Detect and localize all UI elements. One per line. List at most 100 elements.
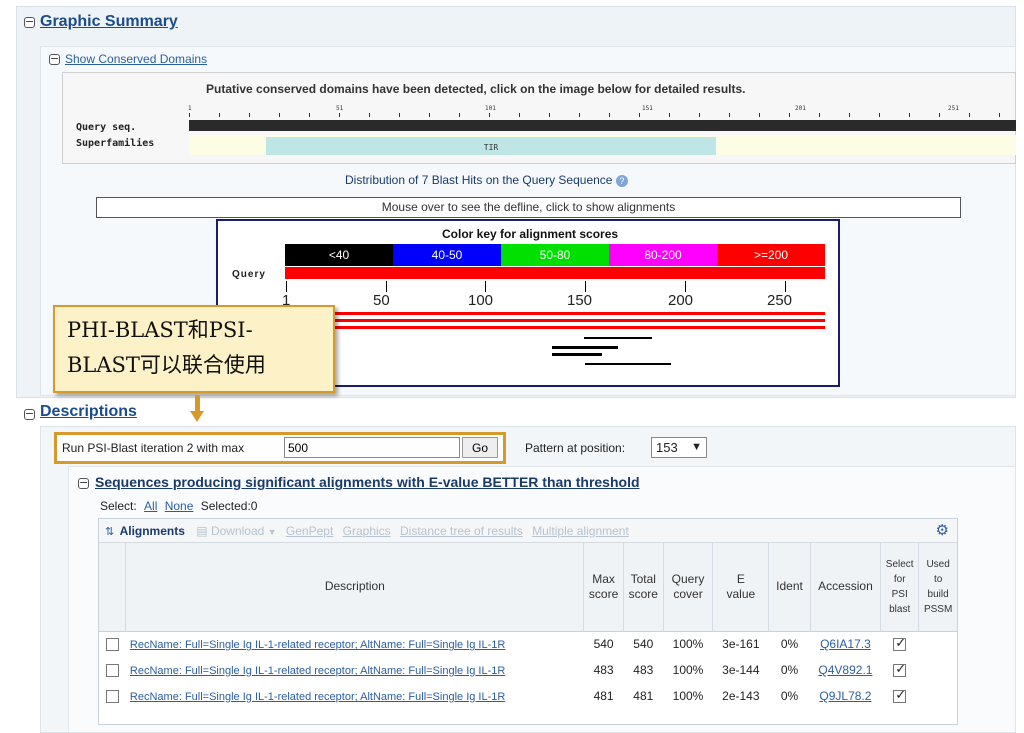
header-used-pssm: Used to build PSSM xyxy=(918,543,957,632)
header-max-score[interactable]: Max score xyxy=(583,543,624,632)
header-text: build xyxy=(927,588,949,600)
cdd-tick-label: 101 xyxy=(485,105,496,112)
color-key-cell: 80-200 xyxy=(609,244,717,266)
callout-line-1: PHI-BLAST和PSI- xyxy=(67,318,253,342)
color-key-label: 50-80 xyxy=(539,248,571,262)
accession-link[interactable]: Q9JL78.2 xyxy=(819,689,871,703)
multiple-alignment-link[interactable]: Multiple alignment xyxy=(532,524,629,538)
go-button[interactable]: Go xyxy=(462,437,498,458)
descriptions-title[interactable]: Descriptions xyxy=(40,403,137,421)
sequences-header[interactable]: Sequences producing significant alignmen… xyxy=(95,474,640,490)
header-query-cover[interactable]: Query cover xyxy=(663,543,714,632)
distance-tree-link[interactable]: Distance tree of results xyxy=(400,524,523,538)
chevron-down-icon: ▼ xyxy=(691,441,702,453)
ident-cell: 0% xyxy=(780,663,799,677)
download-icon: ▤ xyxy=(196,524,208,538)
graphics-link[interactable]: Graphics xyxy=(343,524,391,538)
used-pssm-cell xyxy=(919,631,957,657)
e-value-cell: 2e-143 xyxy=(722,689,760,703)
header-total-score[interactable]: Total score xyxy=(623,543,664,632)
graphic-summary-title[interactable]: Graphic Summary xyxy=(40,13,178,31)
description-link[interactable]: RecName: Full=Single Ig IL-1-related rec… xyxy=(130,691,505,703)
hit-line[interactable] xyxy=(585,363,671,365)
select-label: Select: xyxy=(100,499,137,513)
run-psi-label: Run PSI-Blast iteration 2 with max xyxy=(62,441,245,455)
ident-cell: 0% xyxy=(780,637,799,652)
table-row: RecName: Full=Single Ig IL-1-related rec… xyxy=(99,683,957,709)
header-text: score xyxy=(588,586,619,601)
header-text: Total xyxy=(630,571,656,586)
axis-label: 250 xyxy=(767,292,793,309)
cdd-tick-label: 1 xyxy=(188,105,192,112)
download-link[interactable]: Download xyxy=(211,524,264,538)
psi-select-checkbox[interactable] xyxy=(893,662,907,678)
download-chevron-icon: ▼ xyxy=(267,527,277,537)
alignments-link[interactable]: Alignments xyxy=(120,524,185,538)
axis-tick xyxy=(785,281,786,292)
tir-domain-bar[interactable]: TIR xyxy=(266,137,716,155)
header-description[interactable]: Description xyxy=(125,543,585,632)
hit-line[interactable] xyxy=(552,346,618,349)
collapse-graphic-summary-icon[interactable]: − xyxy=(24,16,35,28)
hit-line[interactable] xyxy=(330,326,825,329)
selected-count: Selected:0 xyxy=(200,499,258,513)
collapse-sequences-icon[interactable]: − xyxy=(78,477,89,489)
callout-box: PHI-BLAST和PSI- BLAST可以联合使用 xyxy=(53,305,335,393)
distribution-title-text: Distribution of 7 Blast Hits on the Quer… xyxy=(345,173,613,187)
sort-icon[interactable]: ⇅ xyxy=(105,526,114,538)
header-text: E xyxy=(736,571,745,586)
header-text: PSI xyxy=(891,588,908,600)
query-seq-label: Query seq. xyxy=(76,122,137,133)
collapse-cdd-icon[interactable]: − xyxy=(49,53,60,65)
e-value-cell: 3e-144 xyxy=(722,663,760,677)
row-select-checkbox[interactable] xyxy=(105,664,119,678)
description-link[interactable]: RecName: Full=Single Ig IL-1-related rec… xyxy=(130,665,505,677)
show-conserved-domains-link[interactable]: Show Conserved Domains xyxy=(65,52,207,66)
gear-icon[interactable]: ⚙ xyxy=(936,519,949,543)
header-e-value[interactable]: Evalue xyxy=(712,543,770,632)
max-sequences-input[interactable] xyxy=(284,437,460,458)
select-none-link[interactable]: None xyxy=(165,499,194,513)
accession-link[interactable]: Q4V892.1 xyxy=(818,663,872,677)
pattern-label: Pattern at position: xyxy=(525,441,626,455)
select-row: Select: All None Selected:0 xyxy=(100,499,257,513)
psi-select-checkbox[interactable] xyxy=(893,636,907,652)
axis-label: 100 xyxy=(468,292,494,309)
axis-label: 150 xyxy=(567,292,593,309)
ident-cell: 0% xyxy=(780,689,799,703)
cdd-tick-label: 201 xyxy=(795,105,806,112)
table-header-row: Description Max score Total score Query cov… xyxy=(99,543,957,632)
superfamilies-label: Superfamilies xyxy=(76,138,155,149)
hit-line[interactable] xyxy=(552,353,602,356)
psi-select-checkbox[interactable] xyxy=(893,688,907,704)
max-score-cell: 481 xyxy=(593,689,614,703)
collapse-descriptions-icon[interactable]: − xyxy=(24,408,35,420)
hit-line[interactable] xyxy=(330,312,825,315)
header-text: Max xyxy=(592,571,615,586)
color-key-cell: >=200 xyxy=(717,244,825,266)
genpept-link[interactable]: GenPept xyxy=(286,524,333,538)
select-all-link[interactable]: All xyxy=(144,499,157,513)
header-text: cover xyxy=(673,586,703,601)
help-icon[interactable]: ? xyxy=(615,174,628,187)
header-text: value xyxy=(726,586,756,601)
row-select-checkbox[interactable] xyxy=(105,638,119,652)
axis-tick xyxy=(485,281,486,292)
hit-line[interactable] xyxy=(330,319,825,322)
header-ident[interactable]: Ident xyxy=(768,543,811,632)
query-seq-bar[interactable] xyxy=(189,120,1016,131)
row-select-checkbox[interactable] xyxy=(105,690,119,704)
description-link[interactable]: RecName: Full=Single Ig IL-1-related rec… xyxy=(130,639,505,651)
query-cover-cell: 100% xyxy=(672,637,704,652)
callout-arrow-head xyxy=(190,411,204,422)
color-key-cell: 50-80 xyxy=(501,244,609,266)
hit-line[interactable] xyxy=(584,337,652,339)
cdd-tick-label: 151 xyxy=(642,105,653,112)
pattern-position-select[interactable]: 153 ▼ xyxy=(651,437,707,458)
total-score-cell: 540 xyxy=(633,637,654,652)
color-key-bar: <40 40-50 50-80 80-200 >=200 xyxy=(285,244,825,266)
header-accession[interactable]: Accession xyxy=(810,543,882,632)
accession-link[interactable]: Q6IA17.3 xyxy=(820,637,871,651)
header-text: score xyxy=(628,586,658,601)
defline-box[interactable]: Mouse over to see the defline, click to … xyxy=(96,197,961,218)
